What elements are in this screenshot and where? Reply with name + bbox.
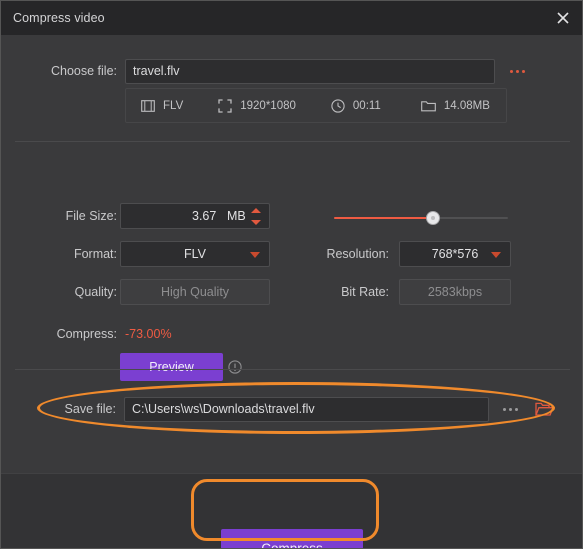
film-strip-icon [140,98,156,114]
file-size-value: 3.67 [192,209,217,223]
compress-video-dialog: Compress video Choose file: travel.flv F… [0,0,583,549]
resize-frame-icon [217,98,233,114]
media-info-format-value: FLV [163,99,184,112]
clock-icon [330,98,346,114]
media-info-format: FLV [140,98,183,114]
format-select[interactable]: FLV [120,241,270,267]
preview-button-label: Preview [149,360,194,374]
open-folder-icon[interactable] [533,399,555,419]
format-value: FLV [184,247,206,261]
title-bar: Compress video [1,1,582,35]
media-info-size-value: 14.08MB [443,99,490,112]
compress-ratio-label: Compress: [56,327,117,341]
dialog-footer: Compress [1,473,582,549]
dialog-body: Choose file: travel.flv FLV 1920*1080 00… [1,35,582,549]
quality-label: Quality: [74,285,117,299]
ellipsis-dots-icon[interactable] [503,60,531,82]
save-file-row: Save file: C:\Users\ws\Downloads\travel.… [45,396,555,422]
window-title: Compress video [13,11,105,25]
media-info-duration-value: 00:11 [352,99,381,112]
save-file-label: Save file: [64,402,116,416]
choose-file-row: Choose file: travel.flv [45,58,545,84]
compress-button-label: Compress [261,540,323,549]
file-size-unit: MB [227,209,246,223]
media-info-resolution-value: 1920*1080 [240,99,296,112]
resolution-label: Resolution: [326,247,389,261]
close-icon[interactable] [550,5,576,31]
resolution-value: 768*576 [431,247,479,261]
media-info-resolution: 1920*1080 [217,98,296,114]
save-file-input[interactable]: C:\Users\ws\Downloads\travel.flv [123,396,489,422]
chevron-down-icon [250,252,260,258]
slider-handle[interactable] [426,211,441,225]
folder-icon [421,98,437,114]
bit-rate-field: 2583kbps [399,279,511,305]
choose-file-value: travel.flv [133,64,180,78]
slider-fill [334,217,434,219]
media-info-duration: 00:11 [330,98,381,114]
quality-value: High Quality [160,285,230,299]
save-file-value: C:\Users\ws\Downloads\travel.flv [131,402,315,416]
preview-button[interactable]: Preview [120,353,223,381]
compress-ratio-value: -73.00% [125,327,172,341]
ellipsis-dots-icon[interactable] [497,398,525,420]
divider-bottom [15,369,570,370]
file-size-label: File Size: [65,209,117,223]
quality-field: High Quality [120,279,270,305]
compression-slider[interactable] [334,211,508,225]
compress-button[interactable]: Compress [221,529,363,549]
stepper-arrows-icon[interactable] [250,208,261,225]
bit-rate-value: 2583kbps [427,285,483,299]
settings-area: File Size: 3.67 MB Format: FLV Quality: … [1,141,582,381]
media-info-bar: FLV 1920*1080 00:11 14.08MB [125,88,507,123]
chevron-down-icon [491,252,501,258]
media-info-size: 14.08MB [421,98,490,114]
choose-file-input[interactable]: travel.flv [125,58,495,84]
resolution-select[interactable]: 768*576 [399,241,511,267]
file-size-input[interactable]: 3.67 MB [120,203,270,229]
info-circle-icon[interactable] [228,360,242,374]
format-label: Format: [73,247,117,261]
choose-file-label: Choose file: [50,64,117,78]
bit-rate-label: Bit Rate: [341,285,389,299]
